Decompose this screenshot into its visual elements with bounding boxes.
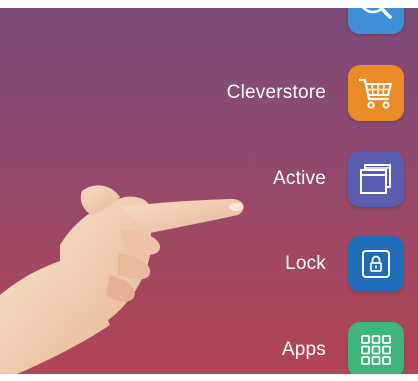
top-border — [0, 0, 418, 8]
lock-icon — [362, 250, 390, 278]
menu-item-cleverstore[interactable]: Cleverstore — [227, 65, 404, 121]
menu-item-label: Cleverstore — [226, 82, 326, 103]
menu-item-label: Lock — [285, 253, 326, 274]
menu-item-lock[interactable]: Lock — [285, 236, 404, 292]
apps-button[interactable] — [348, 322, 404, 378]
menu-item-label: Apps — [281, 339, 326, 360]
windows-icon — [360, 164, 391, 194]
active-button[interactable] — [348, 151, 404, 207]
lock-button[interactable] — [348, 236, 404, 292]
grid-icon — [361, 335, 391, 365]
menu-item-label: Active — [273, 168, 326, 189]
screen: Browser Cleverstore Activ — [0, 0, 418, 381]
pointing-hand-icon — [0, 185, 244, 381]
cleverstore-button[interactable] — [348, 65, 404, 121]
shopping-cart-icon — [359, 78, 393, 109]
bottom-border — [0, 374, 418, 381]
menu-item-apps[interactable]: Apps — [282, 322, 404, 378]
menu-item-active[interactable]: Active — [273, 151, 404, 207]
